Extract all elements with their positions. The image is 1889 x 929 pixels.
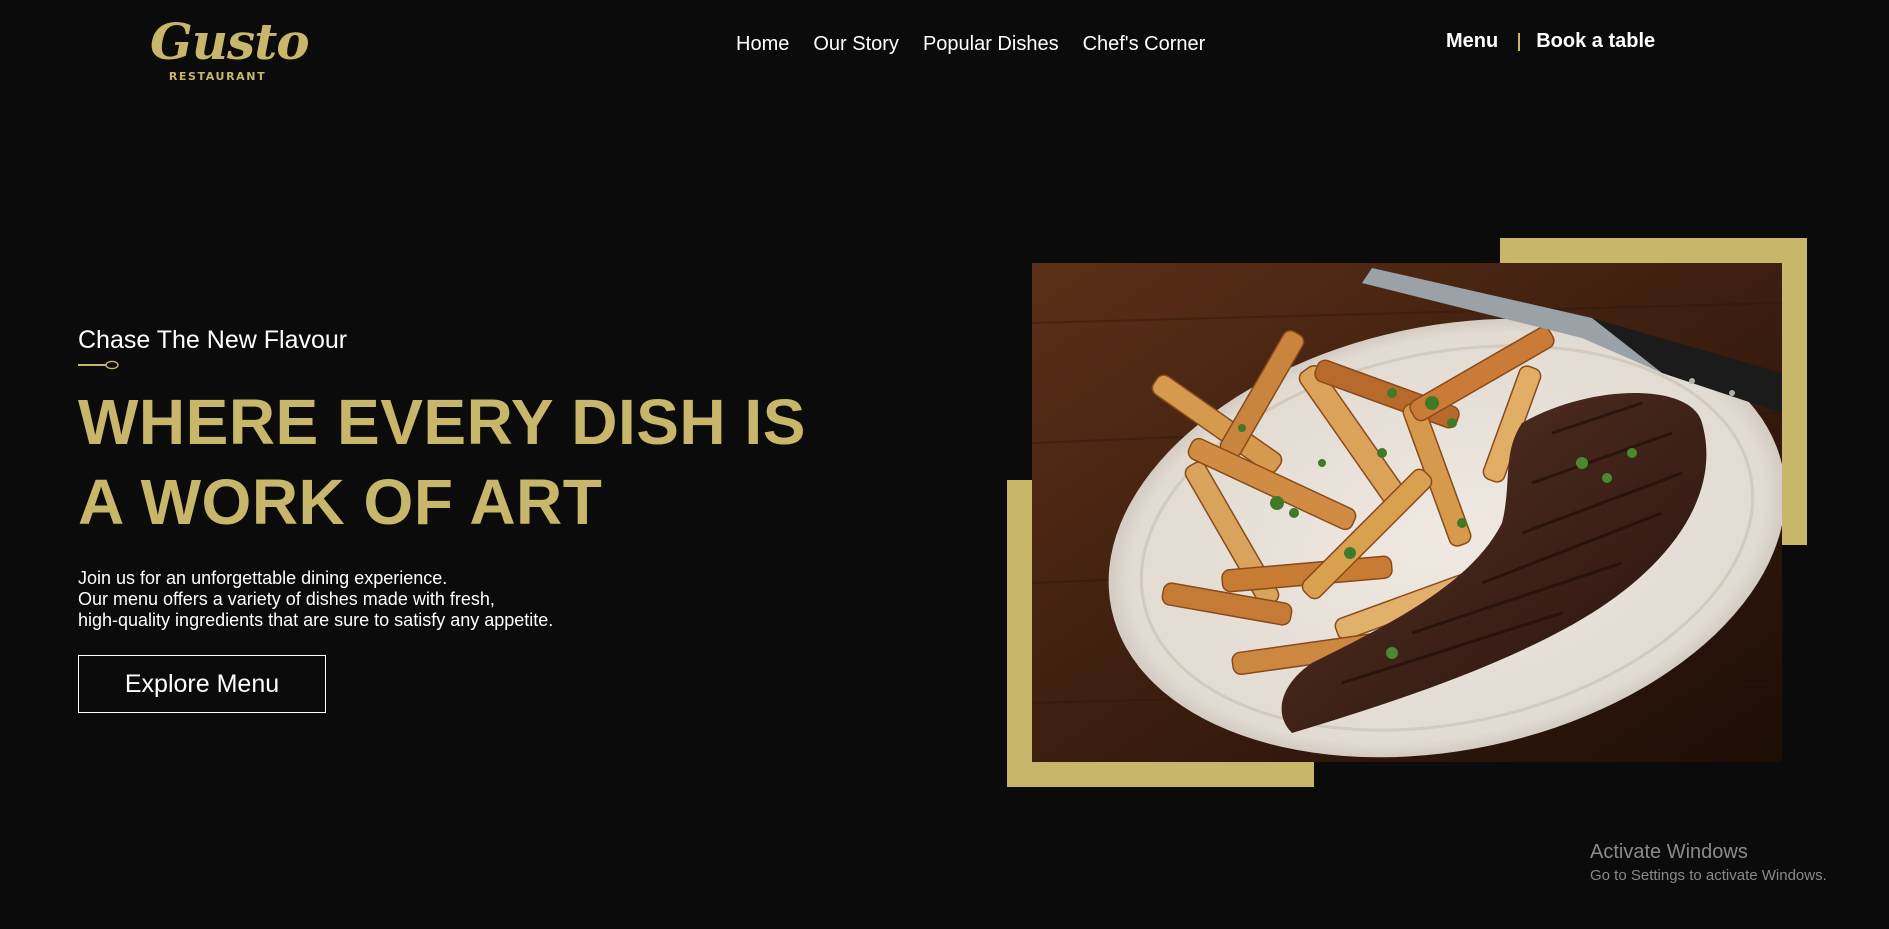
watermark-subtitle: Go to Settings to activate Windows.	[1590, 867, 1827, 884]
header-divider	[1518, 32, 1521, 51]
book-a-table-link[interactable]: Book a table	[1536, 30, 1655, 53]
nav-item-chefs-corner[interactable]: Chef's Corner	[1083, 33, 1206, 56]
explore-menu-button[interactable]: Explore Menu	[78, 655, 326, 713]
nav-item-popular-dishes[interactable]: Popular Dishes	[923, 33, 1059, 56]
menu-link[interactable]: Menu	[1446, 30, 1498, 53]
logo-wordmark: Gusto	[150, 12, 310, 71]
main-nav: Home Our Story Popular Dishes Chef's Cor…	[736, 33, 1205, 56]
hero-text: Chase The New Flavour WHERE EVERY DISH I…	[78, 324, 878, 713]
steak-and-fries-photo	[1032, 263, 1782, 762]
logo[interactable]: Gusto RESTAURANT	[150, 12, 310, 84]
hero-headline: WHERE EVERY DISH IS A WORK OF ART	[78, 382, 878, 542]
logo-subtitle: RESTAURANT	[168, 70, 267, 83]
hero-description: Join us for an unforgettable dining expe…	[78, 568, 878, 631]
header-actions: Menu Book a table	[1446, 30, 1655, 53]
windows-activation-watermark: Activate Windows Go to Settings to activ…	[1590, 840, 1827, 886]
watermark-title: Activate Windows	[1590, 841, 1748, 863]
hero-headline-line-2: A WORK OF ART	[78, 466, 603, 538]
hero-tagline: Chase The New Flavour	[78, 326, 348, 354]
hero-description-line-3: high-quality ingredients that are sure t…	[78, 610, 554, 630]
nav-item-home[interactable]: Home	[736, 33, 789, 56]
spoon-icon	[78, 360, 119, 370]
nav-item-our-story[interactable]: Our Story	[813, 33, 899, 56]
hero-headline-line-1: WHERE EVERY DISH IS	[78, 386, 806, 458]
hero-description-line-2: Our menu offers a variety of dishes made…	[78, 589, 495, 609]
hero-description-line-1: Join us for an unforgettable dining expe…	[78, 568, 448, 588]
